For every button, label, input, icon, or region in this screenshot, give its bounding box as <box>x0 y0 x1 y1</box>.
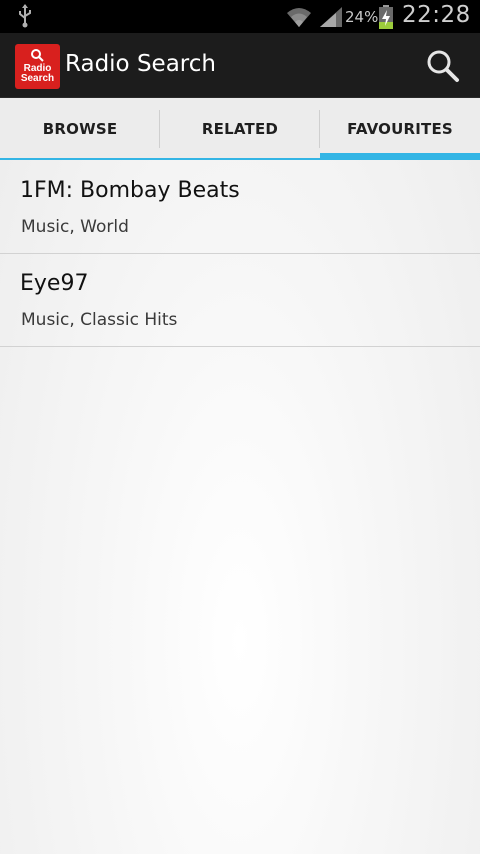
station-name: Eye97 <box>20 271 89 296</box>
list-item[interactable]: 1FM: Bombay Beats Music, World <box>0 161 480 254</box>
tab-browse[interactable]: BROWSE <box>0 98 160 160</box>
station-genres: Music, World <box>21 217 129 237</box>
app-title: Radio Search <box>65 51 216 77</box>
signal-icon <box>319 6 343 32</box>
usb-icon <box>17 3 33 33</box>
app-logo[interactable]: Radio Search <box>15 44 60 89</box>
search-button[interactable] <box>420 45 466 87</box>
action-bar: Radio Search Radio Search <box>0 33 480 98</box>
tab-related[interactable]: RELATED <box>160 98 320 160</box>
list-item[interactable]: Eye97 Music, Classic Hits <box>0 254 480 347</box>
status-clock: 22:28 <box>402 2 471 28</box>
station-name: 1FM: Bombay Beats <box>20 178 240 203</box>
battery-charging-icon <box>378 5 394 33</box>
status-bar: 24% 22:28 <box>0 0 480 33</box>
wifi-icon <box>286 5 312 33</box>
tab-bar: BROWSE RELATED FAVOURITES <box>0 98 480 160</box>
tab-favourites[interactable]: FAVOURITES <box>320 98 480 160</box>
selected-tab-indicator <box>320 153 480 160</box>
search-icon <box>420 50 466 91</box>
station-list: 1FM: Bombay Beats Music, World Eye97 Mus… <box>0 161 480 347</box>
station-genres: Music, Classic Hits <box>21 310 178 330</box>
battery-percent: 24% <box>345 8 379 26</box>
logo-text-search: Search <box>20 73 55 84</box>
